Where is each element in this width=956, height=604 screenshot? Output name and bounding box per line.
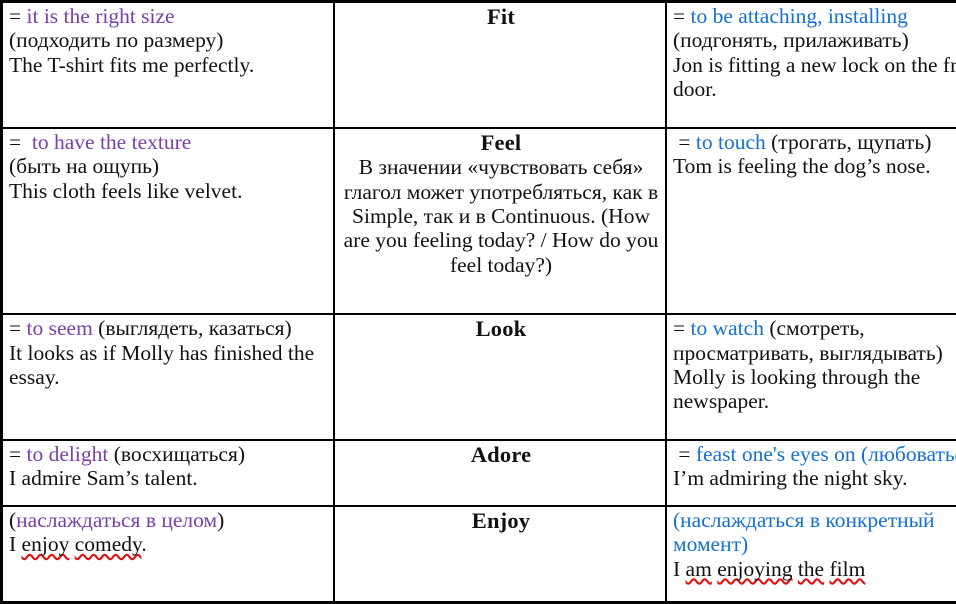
table-row: = to delight (восхищаться) I admire Sam’… xyxy=(0,439,956,507)
definition-text: наслаждаться в конкретный момент xyxy=(673,507,940,557)
cell-middle-adore: Adore xyxy=(333,439,667,507)
table-row: (наслаждаться в целом) I enjoy comedy. E… xyxy=(0,504,956,604)
example-sentence: This cloth feels like velvet. xyxy=(9,178,243,203)
left-cell-content-adore: = to delight (восхищаться) I admire Sam’… xyxy=(9,442,329,491)
equals-sign: = xyxy=(673,442,696,467)
verb-usage-note: В значении «чувствовать себя» глагол мож… xyxy=(343,155,659,277)
example-sentence: Molly is looking through the newspaper. xyxy=(673,365,926,414)
example-period: . xyxy=(141,532,147,557)
cell-left-adore: = to delight (восхищаться) I admire Sam’… xyxy=(0,439,335,507)
right-cell-content-enjoy: (наслаждаться в конкретный момент) I am … xyxy=(673,508,956,581)
left-cell-content-feel: = to have the texture (быть на ощупь) Th… xyxy=(9,130,329,203)
cell-left-look: = to seem (выглядеть, казаться) It looks… xyxy=(0,313,335,442)
equals-sign: = xyxy=(673,316,691,341)
verb-heading: Fit xyxy=(486,4,516,29)
example-sentence: I admire Sam’s talent. xyxy=(9,466,198,491)
translation-text: (восхищаться) xyxy=(108,442,246,467)
table-row: = it is the right size (подходить по раз… xyxy=(0,0,956,129)
cell-left-enjoy: (наслаждаться в целом) I enjoy comedy. xyxy=(0,504,335,604)
definition-text: to seem xyxy=(26,316,93,341)
table-row: = to seem (выглядеть, казаться) It looks… xyxy=(0,313,956,442)
right-cell-content-fit: = to be attaching, installing (подгонять… xyxy=(673,4,956,102)
example-word-misspelled: the xyxy=(797,556,825,581)
equals-sign: = xyxy=(9,4,27,28)
left-cell-content-fit: = it is the right size (подходить по раз… xyxy=(9,4,329,77)
example-word-misspelled: enjoy xyxy=(21,532,70,557)
example-word-misspelled: am xyxy=(685,556,712,581)
left-cell-content-look: = to seem (выглядеть, казаться) It looks… xyxy=(9,316,329,389)
verb-heading: Enjoy xyxy=(471,507,531,533)
example-sentence: I’m admiring the night sky. xyxy=(673,466,908,491)
translation-text: (трогать, щупать) xyxy=(765,129,932,154)
cell-middle-feel: Feel В значении «чувствовать себя» глаго… xyxy=(333,126,667,316)
translation-text: (выглядеть, казаться) xyxy=(92,316,292,341)
right-cell-content-look: = to watch (смотреть, просматривать, выг… xyxy=(673,316,956,414)
right-cell-content-feel: = to touch (трогать, щупать) Tom is feel… xyxy=(673,130,956,179)
definition-text: to delight xyxy=(26,442,109,467)
definition-text: to watch xyxy=(690,316,764,341)
equals-sign: = xyxy=(9,316,27,341)
example-sentence: I am enjoying the film xyxy=(673,557,865,581)
verb-heading: Look xyxy=(475,316,527,342)
cell-middle-enjoy: Enjoy xyxy=(333,504,667,604)
definition-text: it is the right size xyxy=(26,4,175,28)
example-sentence: Jon is fitting a new lock on the front d… xyxy=(673,52,956,102)
example-sentence: The T-shirt fits me perfectly. xyxy=(9,52,255,77)
example-word: I xyxy=(9,532,22,557)
equals-sign: = xyxy=(673,129,696,154)
cell-middle-look: Look xyxy=(333,313,667,442)
example-word: I xyxy=(673,556,686,581)
definition-text: to be attaching, installing xyxy=(690,4,908,28)
table-body: = it is the right size (подходить по раз… xyxy=(0,0,956,604)
cell-right-fit: = to be attaching, installing (подгонять… xyxy=(665,0,956,129)
cell-left-fit: = it is the right size (подходить по раз… xyxy=(0,0,335,129)
verb-meanings-table: = it is the right size (подходить по раз… xyxy=(0,0,956,604)
cell-left-feel: = to have the texture (быть на ощупь) Th… xyxy=(0,126,335,316)
cell-right-feel: = to touch (трогать, щупать) Tom is feel… xyxy=(665,126,956,316)
close-paren: ) xyxy=(741,532,749,557)
equals-sign: = xyxy=(9,129,32,154)
verb-heading: Adore xyxy=(470,442,532,468)
translation-text: (быть на ощупь) xyxy=(9,154,160,179)
example-word-misspelled: comedy xyxy=(74,532,142,557)
example-sentence: Tom is feeling the dog’s nose. xyxy=(673,154,931,179)
cell-right-look: = to watch (смотреть, просматривать, выг… xyxy=(665,313,956,442)
definition-text: to have the texture xyxy=(31,129,192,154)
verb-heading: Feel xyxy=(480,129,522,155)
example-sentence: I enjoy comedy. xyxy=(9,532,147,556)
translation-text: (подходить по размеру) xyxy=(9,28,224,53)
example-word-misspelled: film xyxy=(829,556,866,581)
table-row: = to have the texture (быть на ощупь) Th… xyxy=(0,126,956,316)
cell-right-adore: = feast one's eyes on (любоваться) I’m a… xyxy=(665,439,956,507)
equals-sign: = xyxy=(9,442,27,467)
definition-text: наслаждаться в целом xyxy=(16,507,218,532)
close-paren: ) xyxy=(217,507,225,532)
definition-text: to touch xyxy=(695,129,766,154)
example-word-misspelled: enjoying xyxy=(717,556,793,581)
cell-right-enjoy: (наслаждаться в конкретный момент) I am … xyxy=(665,504,956,604)
left-cell-content-enjoy: (наслаждаться в целом) I enjoy comedy. xyxy=(9,508,329,557)
cell-middle-fit: Fit xyxy=(333,0,667,129)
translation-text: (подгонять, прилаживать) xyxy=(673,28,909,53)
example-sentence: It looks as if Molly has finished the es… xyxy=(9,340,320,390)
definition-text: feast one's eyes on (любоваться) xyxy=(695,442,956,467)
right-cell-content-adore: = feast one's eyes on (любоваться) I’m a… xyxy=(673,442,956,491)
equals-sign: = xyxy=(673,4,691,28)
